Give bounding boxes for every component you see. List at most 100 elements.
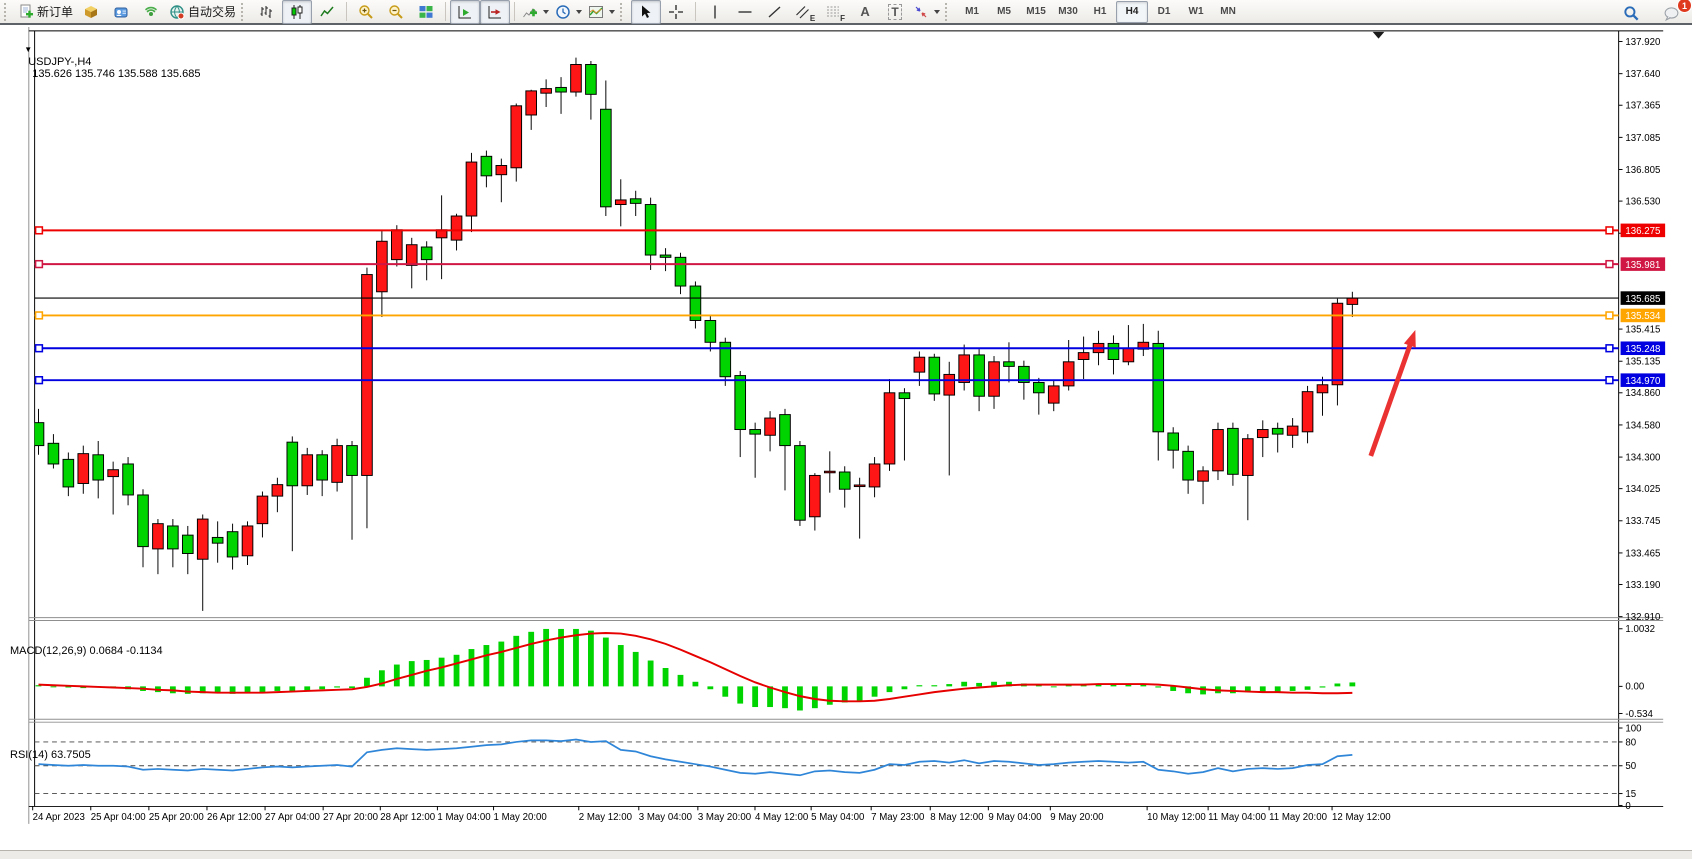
candle (1213, 430, 1224, 471)
candle (1078, 353, 1089, 360)
tile-windows-button[interactable] (411, 0, 441, 24)
cursor-button[interactable] (631, 0, 661, 24)
svg-text:135.534: 135.534 (1625, 311, 1661, 322)
candle (302, 455, 313, 486)
dropdown-caret-icon (934, 10, 940, 14)
timeframe-button-m1[interactable]: M1 (956, 1, 988, 23)
market-button[interactable] (76, 0, 106, 24)
trendline-icon (767, 4, 783, 20)
templates-icon (588, 4, 604, 20)
candle (765, 418, 776, 435)
channel-tool-button[interactable]: E (790, 0, 820, 24)
candle (824, 471, 835, 473)
svg-text:27 Apr 04:00: 27 Apr 04:00 (265, 812, 320, 823)
crosshair-button[interactable] (661, 0, 691, 24)
candle (1272, 428, 1283, 434)
toolbar-drag-handle[interactable] (241, 3, 248, 21)
search-icon (1623, 5, 1640, 22)
auto-scroll-icon (457, 4, 473, 20)
candle (317, 455, 328, 480)
price-badge-135.685: 135.685 (1621, 291, 1666, 305)
toolbar-drag-handle[interactable] (620, 3, 627, 21)
candle (1108, 343, 1119, 359)
candle (1153, 343, 1164, 431)
candle (869, 464, 880, 487)
toolbar-drag-handle[interactable] (4, 3, 11, 21)
candle (93, 455, 104, 480)
trendline-tool-button[interactable] (760, 0, 790, 24)
candle (780, 415, 791, 446)
price-badge-135.534: 135.534 (1621, 309, 1666, 323)
price-badge-136.275: 136.275 (1621, 224, 1666, 238)
label-tool-button[interactable]: T (880, 0, 910, 24)
horizontal-line-tool-button[interactable] (730, 0, 760, 24)
timeframe-button-w1[interactable]: W1 (1180, 1, 1212, 23)
text-tool-button[interactable]: A (850, 0, 880, 24)
svg-text:26 Apr 12:00: 26 Apr 12:00 (207, 812, 262, 823)
candle (421, 247, 432, 260)
fibonacci-icon (825, 4, 841, 20)
timeframe-button-m15[interactable]: M15 (1020, 1, 1052, 23)
candle (362, 275, 373, 476)
svg-text:50: 50 (1625, 761, 1636, 772)
indicators-button[interactable] (519, 0, 552, 24)
one-click-collapse-icon[interactable]: ▼ (24, 45, 32, 54)
chart-candles-button[interactable] (282, 0, 312, 24)
timeframe-button-m30[interactable]: M30 (1052, 1, 1084, 23)
svg-text:1 May 20:00: 1 May 20:00 (494, 812, 547, 823)
svg-text:9 May 20:00: 9 May 20:00 (1050, 812, 1103, 823)
timeframe-button-h4[interactable]: H4 (1116, 1, 1148, 23)
chart-bars-button[interactable] (252, 0, 282, 24)
dropdown-caret-icon (543, 10, 549, 14)
autotrading-button[interactable]: 自动交易 (166, 0, 239, 24)
svg-text:8 May 12:00: 8 May 12:00 (930, 812, 983, 823)
candle (272, 485, 283, 496)
chart-shift-button[interactable] (480, 0, 510, 24)
candle (78, 454, 89, 484)
candle (496, 166, 507, 175)
timeframe-toolbar: M1M5M15M30H1H4D1W1MN (956, 0, 1244, 24)
svg-text:-0.534: -0.534 (1625, 709, 1653, 720)
search-button[interactable] (1616, 1, 1646, 25)
community-button[interactable] (106, 0, 136, 24)
signals-button[interactable] (136, 0, 166, 24)
candle (48, 443, 59, 464)
candle (1243, 439, 1254, 476)
auto-scroll-button[interactable] (450, 0, 480, 24)
timeframe-button-d1[interactable]: D1 (1148, 1, 1180, 23)
chart-line-button[interactable] (312, 0, 342, 24)
vertical-line-tool-button[interactable] (700, 0, 730, 24)
chart-window[interactable]: 137.920137.640137.365137.085136.805136.5… (0, 27, 1692, 850)
arrows-tool-button[interactable] (910, 0, 943, 24)
periods-button[interactable] (552, 0, 585, 24)
main-toolbar: 新订单 (0, 0, 1692, 25)
timeframe-button-m5[interactable]: M5 (988, 1, 1020, 23)
notifications-button[interactable]: 1 (1656, 1, 1686, 25)
new-order-button[interactable]: 新订单 (15, 0, 76, 24)
chart-canvas[interactable]: 137.920137.640137.365137.085136.805136.5… (0, 27, 1692, 850)
svg-text:135.685: 135.685 (1625, 294, 1660, 305)
svg-text:0: 0 (1625, 801, 1630, 812)
candle (212, 537, 223, 543)
candle (1257, 430, 1268, 438)
svg-text:135.415: 135.415 (1625, 324, 1660, 335)
svg-text:134.970: 134.970 (1625, 376, 1660, 387)
svg-text:9 May 04:00: 9 May 04:00 (988, 812, 1041, 823)
svg-text:3 May 04:00: 3 May 04:00 (639, 812, 692, 823)
price-badge-134.970: 134.970 (1621, 373, 1666, 387)
svg-text:135.135: 135.135 (1625, 357, 1660, 368)
timeframe-button-h1[interactable]: H1 (1084, 1, 1116, 23)
arrow-shapes-icon (913, 4, 929, 20)
toolbar-drag-handle[interactable] (945, 3, 952, 21)
cursor-icon (638, 4, 654, 20)
zoom-in-button[interactable] (351, 0, 381, 24)
candle (586, 64, 597, 94)
candle (795, 446, 806, 521)
zoom-in-icon (358, 4, 374, 20)
timeframe-button-mn[interactable]: MN (1212, 1, 1244, 23)
svg-text:11 May 20:00: 11 May 20:00 (1269, 812, 1327, 823)
fibonacci-tool-button[interactable]: F (820, 0, 850, 24)
templates-button[interactable] (585, 0, 618, 24)
macd-indicator-label: MACD(12,26,9) 0.0684 -0.1134 (10, 645, 163, 657)
zoom-out-button[interactable] (381, 0, 411, 24)
